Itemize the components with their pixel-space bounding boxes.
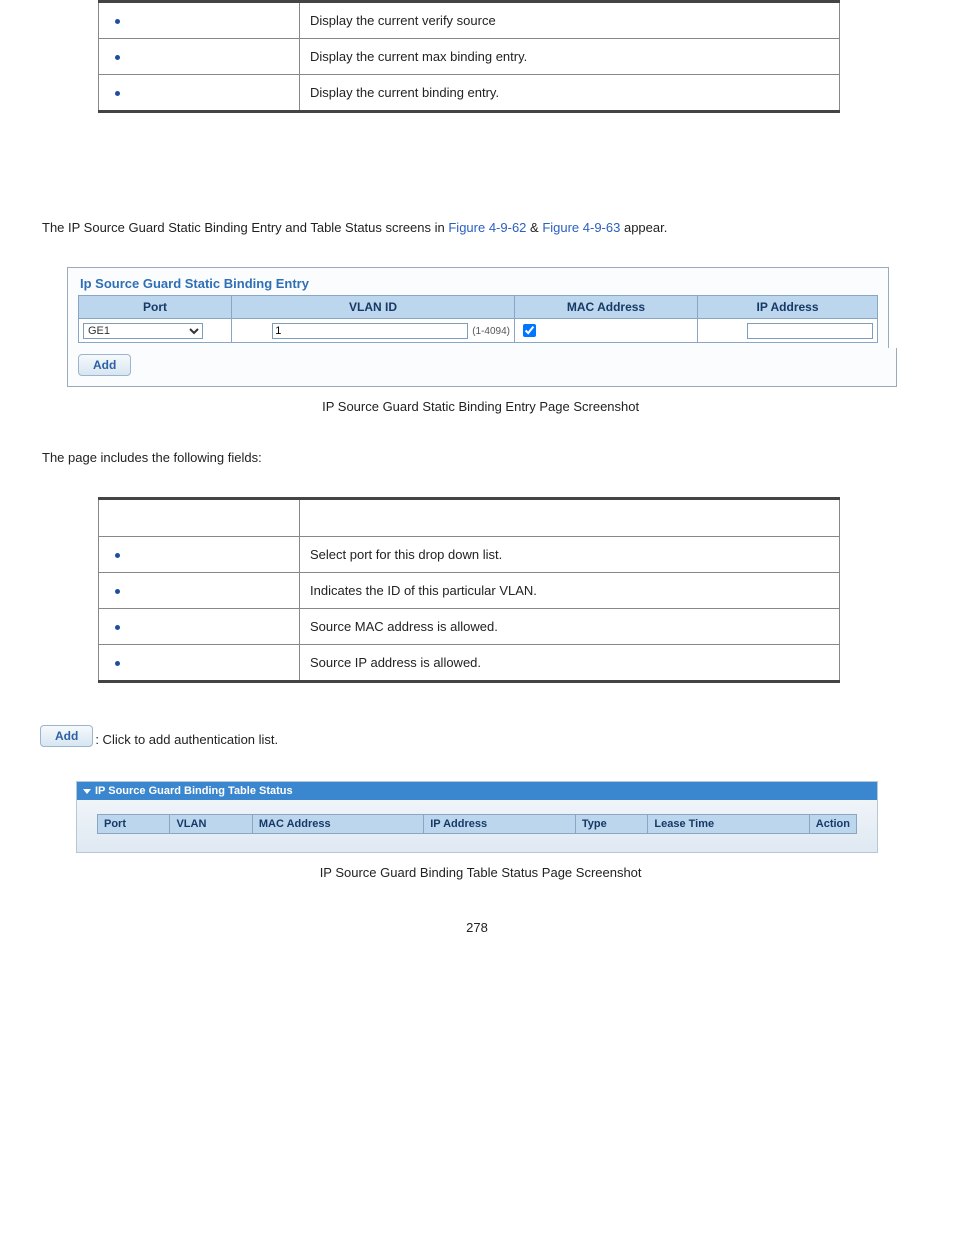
figure-caption-1: IP Source Guard Static Binding Entry Pag… (319, 399, 640, 414)
add-button[interactable]: Add (78, 354, 131, 376)
vlan-range-label: (1-4094) (472, 326, 510, 337)
ip-input[interactable] (747, 323, 873, 339)
bullet-icon (115, 55, 120, 60)
mac-checkbox[interactable] (523, 324, 536, 337)
cell-desc: Select port for this drop down list. (300, 537, 840, 573)
add-desc-text: : Click to add authentication list. (95, 732, 278, 747)
page-number: 278 (40, 920, 914, 935)
bullet-icon (115, 661, 120, 666)
col-vlan: VLAN ID (232, 296, 515, 319)
section-heading (40, 173, 914, 188)
col-port: Port (79, 296, 232, 319)
col-port: Port (98, 815, 170, 834)
binding-status-panel: IP Source Guard Binding Table Status Por… (76, 781, 878, 853)
bullet-icon (115, 91, 120, 96)
table-row: Display the current max binding entry. (99, 39, 840, 75)
status-table: Port VLAN MAC Address IP Address Type Le… (97, 814, 857, 834)
table-row: Source MAC address is allowed. (99, 609, 840, 645)
binding-entry-table: Port VLAN ID MAC Address IP Address GE1 … (78, 295, 878, 343)
intro-prefix: The IP Source Guard Static Binding Entry… (42, 220, 448, 235)
bullet-icon (115, 19, 120, 24)
bullet-icon (115, 553, 120, 558)
fields-table: Select port for this drop down list. Ind… (98, 497, 840, 683)
cell-desc: Source IP address is allowed. (300, 645, 840, 682)
table-row: Display the current verify source (99, 2, 840, 39)
table-row: Source IP address is allowed. (99, 645, 840, 682)
cell-desc: Indicates the ID of this particular VLAN… (300, 573, 840, 609)
vlan-input[interactable] (272, 323, 468, 339)
col-ip: IP Address (424, 815, 576, 834)
cell-desc: Display the current verify source (300, 2, 840, 39)
table-row: Select port for this drop down list. (99, 537, 840, 573)
intro-amp: & (526, 220, 542, 235)
col-mac: MAC Address (252, 815, 423, 834)
binding-entry-panel: Ip Source Guard Static Binding Entry Por… (67, 267, 889, 349)
cell-desc: Display the current max binding entry. (300, 39, 840, 75)
col-vlan: VLAN (170, 815, 252, 834)
table-row: Indicates the ID of this particular VLAN… (99, 573, 840, 609)
status-panel-title: IP Source Guard Binding Table Status (95, 785, 293, 797)
col-action: Action (809, 815, 856, 834)
bullet-icon (115, 589, 120, 594)
table-row: Display the current binding entry. (99, 75, 840, 112)
panel-title: Ip Source Guard Static Binding Entry (78, 274, 878, 295)
cell-desc: Display the current binding entry. (300, 75, 840, 112)
port-select[interactable]: GE1 (83, 323, 203, 339)
header-row (99, 499, 840, 537)
cell-desc: Source MAC address is allowed. (300, 609, 840, 645)
verify-info-table: Display the current verify source Displa… (98, 0, 840, 113)
status-panel-header[interactable]: IP Source Guard Binding Table Status (77, 782, 877, 800)
intro-suffix: appear. (620, 220, 667, 235)
col-lease: Lease Time (648, 815, 809, 834)
figure-link-1[interactable]: Figure 4-9-62 (448, 220, 526, 235)
bullet-icon (115, 625, 120, 630)
add-button-inline[interactable]: Add (40, 725, 93, 747)
col-type: Type (575, 815, 648, 834)
figure-link-2[interactable]: Figure 4-9-63 (542, 220, 620, 235)
intro-text: The IP Source Guard Static Binding Entry… (42, 220, 914, 235)
fields-intro: The page includes the following fields: (42, 450, 914, 465)
chevron-down-icon (83, 789, 91, 794)
col-ip: IP Address (698, 296, 878, 319)
col-mac: MAC Address (515, 296, 698, 319)
figure-caption-2: IP Source Guard Binding Table Status Pag… (316, 865, 641, 880)
